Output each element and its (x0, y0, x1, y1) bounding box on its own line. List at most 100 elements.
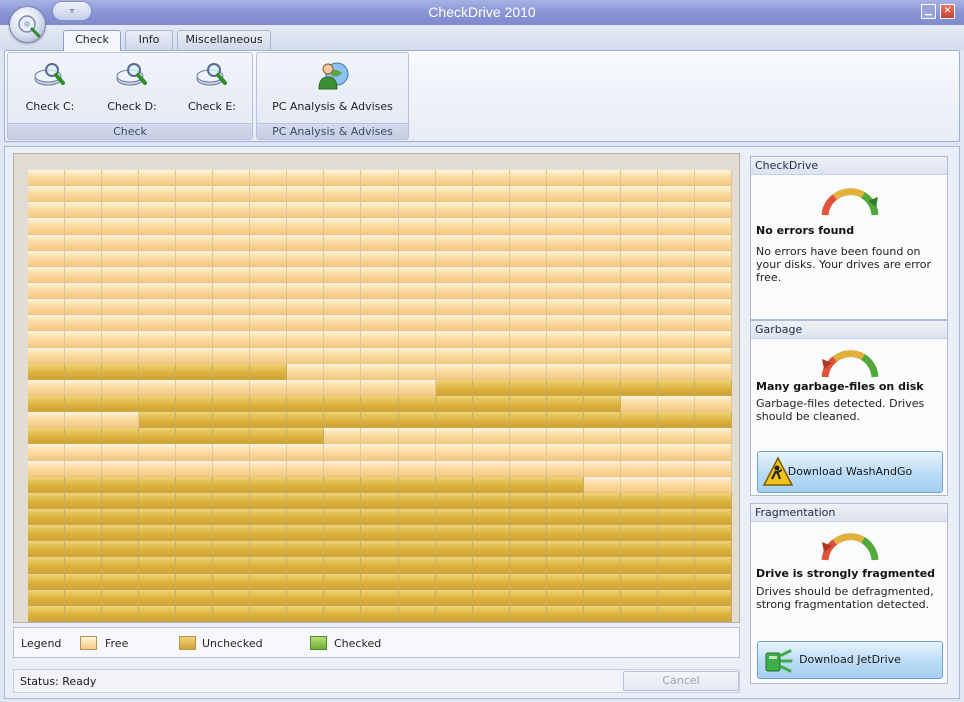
disk-block (102, 605, 140, 622)
disk-block (287, 396, 325, 413)
disk-block (546, 589, 584, 606)
disk-block (65, 234, 103, 251)
panel-header: Fragmentation (751, 504, 947, 522)
disk-block (324, 315, 362, 332)
disk-block (102, 589, 140, 606)
disk-block (472, 557, 510, 574)
disk-block (694, 573, 732, 590)
disk-block (102, 541, 140, 558)
panel-description: Drives should be defragmented, strong fr… (756, 585, 934, 611)
disk-block (102, 283, 140, 300)
disk-block (435, 283, 473, 300)
disk-block (102, 218, 140, 235)
disk-block (583, 460, 621, 477)
disk-block (102, 509, 140, 526)
tab-info[interactable]: Info (125, 30, 173, 50)
disk-block (398, 605, 436, 622)
disk-block (620, 525, 658, 542)
tab-check[interactable]: Check (63, 30, 121, 51)
disk-block (620, 347, 658, 364)
disk-block (620, 283, 658, 300)
disk-block (509, 557, 547, 574)
disk-block (398, 299, 436, 316)
disk-block (324, 170, 362, 187)
disk-block (65, 589, 103, 606)
disk-block (694, 363, 732, 380)
disk-block (65, 283, 103, 300)
disk-block (546, 218, 584, 235)
check-d-button[interactable]: Check D: (94, 57, 170, 117)
disk-block (657, 218, 695, 235)
disk-block (694, 589, 732, 606)
quick-access-dropdown[interactable]: ▿ (52, 1, 92, 21)
disk-block (546, 492, 584, 509)
disk-block (102, 444, 140, 461)
disk-block (435, 331, 473, 348)
download-washandgo-button[interactable]: Download WashAndGo (757, 451, 943, 493)
disk-block (102, 299, 140, 316)
disk-block (657, 573, 695, 590)
pc-analysis-button[interactable]: PC Analysis & Advises (261, 57, 404, 117)
disk-block (657, 412, 695, 429)
disk-block (361, 363, 399, 380)
disk-block (435, 589, 473, 606)
disk-block (287, 363, 325, 380)
close-button[interactable]: ✕ (940, 4, 955, 19)
disk-block (250, 266, 288, 283)
disk-block (176, 444, 214, 461)
application-menu-button[interactable] (9, 6, 46, 43)
disk-block (139, 525, 177, 542)
disk-block (213, 363, 251, 380)
disk-block (28, 315, 66, 332)
disk-block (102, 266, 140, 283)
disk-block (472, 266, 510, 283)
disk-block (250, 202, 288, 219)
disk-block (509, 525, 547, 542)
disk-block (398, 541, 436, 558)
disk-block (361, 234, 399, 251)
cancel-button[interactable]: Cancel (623, 671, 739, 691)
disk-block (139, 202, 177, 219)
disk-block (583, 509, 621, 526)
check-c-button[interactable]: Check C: (12, 57, 88, 117)
disk-block (213, 525, 251, 542)
disk-block (176, 492, 214, 509)
disk-block (287, 492, 325, 509)
disk-block (398, 283, 436, 300)
check-e-button[interactable]: Check E: (174, 57, 250, 117)
disk-block (250, 476, 288, 493)
disk-block (287, 234, 325, 251)
tab-miscellaneous[interactable]: Miscellaneous (177, 30, 271, 50)
disk-block (620, 541, 658, 558)
download-jetdrive-button[interactable]: Download JetDrive (757, 641, 943, 679)
disk-block (583, 476, 621, 493)
disk-block (546, 428, 584, 445)
minimize-button[interactable]: ▁ (921, 4, 936, 19)
disk-block (176, 557, 214, 574)
disk-block (694, 412, 732, 429)
disk-block (583, 605, 621, 622)
disk-block (435, 347, 473, 364)
disk-block (694, 605, 732, 622)
disk-block (657, 460, 695, 477)
legend-label-free: Free (105, 637, 129, 650)
disc-magnifier-icon (18, 15, 41, 38)
disk-block (324, 202, 362, 219)
disk-block (250, 573, 288, 590)
disk-block (176, 525, 214, 542)
disk-block (287, 460, 325, 477)
disk-block (176, 347, 214, 364)
disk-block (287, 509, 325, 526)
disk-block (213, 347, 251, 364)
disk-block (435, 476, 473, 493)
disk-block (509, 444, 547, 461)
disk-block (435, 573, 473, 590)
disk-block (287, 299, 325, 316)
disk-block (102, 379, 140, 396)
disk-block (361, 218, 399, 235)
window-title: CheckDrive 2010 (428, 4, 536, 20)
disk-block (694, 186, 732, 203)
disk-block (509, 541, 547, 558)
disk-block (435, 186, 473, 203)
disk-block (65, 299, 103, 316)
